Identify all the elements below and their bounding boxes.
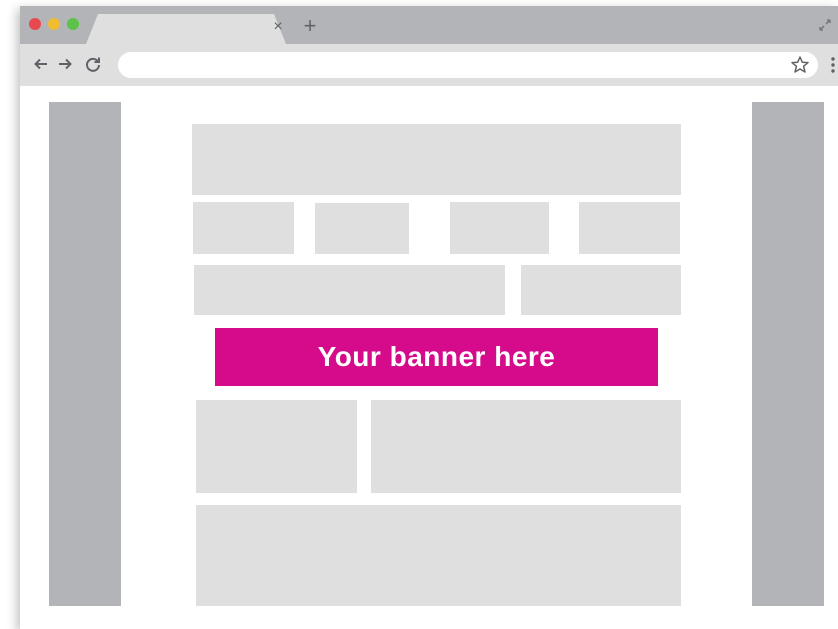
- page-content: Your banner here: [20, 86, 838, 629]
- content-placeholder: [315, 203, 409, 254]
- minimize-window-button[interactable]: [48, 18, 60, 30]
- maximize-window-button[interactable]: [67, 18, 79, 30]
- content-placeholder: [194, 265, 505, 315]
- menu-icon[interactable]: [828, 56, 838, 74]
- browser-tab[interactable]: [86, 14, 286, 44]
- browser-toolbar: [20, 44, 838, 86]
- right-skyscraper-placeholder: [752, 102, 824, 606]
- left-skyscraper-placeholder: [49, 102, 121, 606]
- footer-placeholder: [196, 505, 681, 606]
- content-placeholder: [193, 202, 294, 254]
- browser-window: × + Your banner here: [20, 6, 838, 629]
- back-arrow-icon[interactable]: [32, 55, 50, 73]
- forward-arrow-icon[interactable]: [56, 55, 74, 73]
- content-placeholder: [371, 400, 681, 493]
- content-placeholder: [450, 202, 549, 254]
- tab-close-icon[interactable]: ×: [270, 19, 286, 35]
- banner-ad[interactable]: Your banner here: [215, 328, 658, 386]
- content-placeholder: [521, 265, 681, 315]
- restore-icon[interactable]: [818, 18, 832, 32]
- content-placeholder: [196, 400, 357, 493]
- star-icon[interactable]: [790, 55, 810, 75]
- title-bar: × +: [20, 6, 838, 44]
- content-placeholder: [579, 202, 680, 254]
- reload-icon[interactable]: [84, 55, 102, 73]
- address-bar[interactable]: [118, 52, 818, 78]
- header-placeholder: [192, 124, 681, 195]
- new-tab-button[interactable]: +: [301, 15, 319, 37]
- close-window-button[interactable]: [29, 18, 41, 30]
